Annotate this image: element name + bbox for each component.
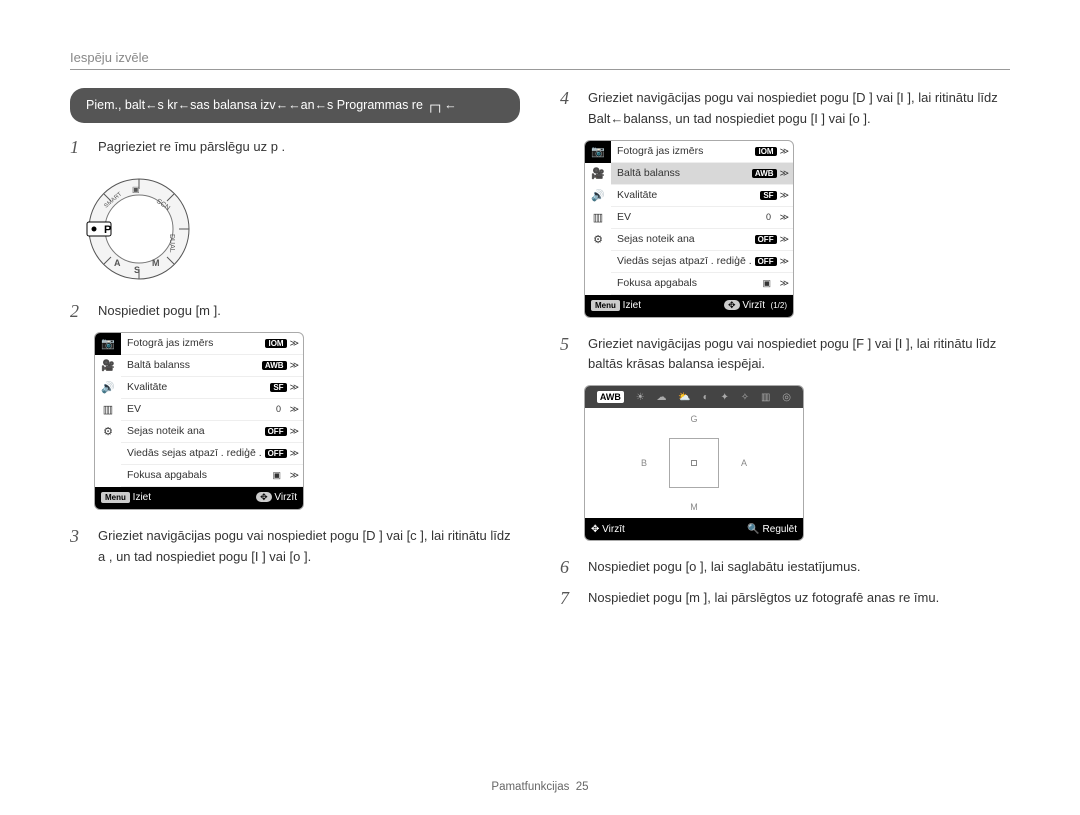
wb-label-G: G — [690, 414, 697, 424]
nav-dot-icon: ✥ — [256, 492, 272, 502]
menu-footer: Menu Iziet ✥ Virzīt (1/2) — [585, 295, 793, 317]
menu-row: Sejas noteik anaOFF≫ — [121, 421, 303, 443]
menu-footer: Menu Iziet ✥ Virzīt — [95, 487, 303, 509]
step-7-number: 7 — [560, 588, 576, 609]
menu-row: EV0 ≫ — [121, 399, 303, 421]
svg-text:DUAL: DUAL — [168, 234, 175, 253]
menu-row: Fokusa apgabals▣ ≫ — [611, 273, 793, 295]
wb-option-icon: ◎ — [782, 392, 791, 403]
menu-icon-column: 📷 🎥 🔊 ▥ ⚙ — [95, 333, 121, 487]
wb-option-icon: ◐ — [703, 392, 709, 403]
gear-icon: ⚙ — [585, 229, 611, 251]
camera-menu-illustration-left: 📷 🎥 🔊 ▥ ⚙ Fotogrā jas izmērsIOM≫ Baltā b… — [94, 332, 304, 510]
step-7-text: Nospiediet pogu [m ], lai pārslēgtos uz … — [588, 588, 939, 609]
step-5-number: 5 — [560, 334, 576, 355]
wb-grid: G B A M — [585, 408, 803, 518]
content-columns: Piem., balt←s kr←sas balansa izv←←an←s P… — [70, 88, 1010, 619]
camera-icon: 📷 — [95, 333, 121, 355]
step-1-text: Pagrieziet re īmu pārslēgu uz p . — [98, 137, 285, 158]
step-5-text: Grieziet navigācijas pogu vai nospiediet… — [588, 334, 1010, 376]
wb-label-M: M — [690, 502, 698, 512]
display-icon: ▥ — [585, 207, 611, 229]
step-7: 7 Nospiediet pogu [m ], lai pārslēgtos u… — [560, 588, 1010, 609]
step-4-text: Grieziet navigācijas pogu vai nospiediet… — [588, 88, 1010, 130]
wb-footer: ✥ Virzīt 🔍 Regulēt — [585, 518, 803, 540]
menu-row: Viedās sejas atpazī . rediģē .OFF≫ — [121, 443, 303, 465]
wb-options-bar: AWB ☀ ☁ ⛅ ◐ ✦ ✧ ▥ ◎ — [585, 386, 803, 408]
step-2-text: Nospiediet pogu [m ]. — [98, 301, 221, 322]
svg-text:M: M — [152, 258, 160, 268]
svg-text:▣: ▣ — [132, 185, 140, 194]
menu-row: KvalitāteSF≫ — [121, 377, 303, 399]
menu-row: Fotogrā jas izmērsIOM≫ — [121, 333, 303, 355]
page-footer: Pamatfunkcijas 25 — [0, 781, 1080, 793]
step-4-number: 4 — [560, 88, 576, 109]
menu-row: Baltā balanssAWB≫ — [121, 355, 303, 377]
menu-row: Viedās sejas atpazī . rediģē .OFF≫ — [611, 251, 793, 273]
menu-row: EV0 ≫ — [611, 207, 793, 229]
menu-row-selected: Baltā balanssAWB≫ — [611, 163, 793, 185]
menu-row: KvalitāteSF≫ — [611, 185, 793, 207]
video-icon: 🎥 — [95, 355, 121, 377]
svg-text:S: S — [134, 265, 140, 275]
wb-option-icon: ⛅ — [678, 392, 690, 403]
sound-icon: 🔊 — [585, 185, 611, 207]
display-icon: ▥ — [95, 399, 121, 421]
wb-option-icon: ✦ — [721, 392, 729, 403]
left-column: Piem., balt←s kr←sas balansa izv←←an←s P… — [70, 88, 520, 619]
menu-icon-column: 📷 🎥 🔊 ▥ ⚙ — [585, 141, 611, 295]
page-header: Iespēju izvēle — [70, 50, 1010, 65]
step-3-text: Grieziet navigācijas pogu vai nospiediet… — [98, 526, 520, 568]
menu-row: Fotogrā jas izmērsIOM≫ — [611, 141, 793, 163]
step-2-number: 2 — [70, 301, 86, 322]
menu-rows: Fotogrā jas izmērsIOM≫ Baltā balanssAWB≫… — [121, 333, 303, 487]
nav-dot-icon: ✥ — [724, 300, 740, 310]
sound-icon: 🔊 — [95, 377, 121, 399]
svg-text:A: A — [114, 258, 121, 268]
step-3-number: 3 — [70, 526, 86, 547]
menu-rows: Fotogrā jas izmērsIOM≫ Baltā balanssAWB≫… — [611, 141, 793, 295]
step-5: 5 Grieziet navigācijas pogu vai nospiedi… — [560, 334, 1010, 376]
video-icon: 🎥 — [585, 163, 611, 185]
step-1-number: 1 — [70, 137, 86, 158]
mode-dial-illustration: P ▣ SCN DUAL M S A SMART — [84, 174, 194, 284]
wb-label-B: B — [641, 458, 647, 468]
step-4: 4 Grieziet navigācijas pogu vai nospiedi… — [560, 88, 1010, 130]
step-6-text: Nospiediet pogu [o ], lai saglabātu iest… — [588, 557, 860, 578]
camera-menu-illustration-right: 📷 🎥 🔊 ▥ ⚙ Fotogrā jas izmērsIOM≫ Baltā b… — [584, 140, 794, 318]
wb-option-awb: AWB — [597, 391, 624, 403]
wb-option-icon: ✧ — [741, 392, 749, 403]
step-2: 2 Nospiediet pogu [m ]. — [70, 301, 520, 322]
menu-row: Sejas noteik anaOFF≫ — [611, 229, 793, 251]
svg-text:P: P — [104, 224, 111, 236]
wb-target-square — [669, 438, 719, 488]
wb-center-dot — [691, 460, 697, 466]
wb-label-A: A — [741, 458, 747, 468]
step-3: 3 Grieziet navigācijas pogu vai nospiedi… — [70, 526, 520, 568]
wb-option-icon: ▥ — [761, 392, 770, 403]
zoom-icon: 🔍 — [747, 524, 759, 535]
white-balance-adjust-illustration: AWB ☀ ☁ ⛅ ◐ ✦ ✧ ▥ ◎ G B A M ✥ Virzīt 🔍 R… — [584, 385, 804, 541]
gear-icon: ⚙ — [95, 421, 121, 443]
header-rule — [70, 69, 1010, 70]
camera-icon: 📷 — [585, 141, 611, 163]
example-pill: Piem., balt←s kr←sas balansa izv←←an←s P… — [70, 88, 520, 123]
step-6-number: 6 — [560, 557, 576, 578]
step-1: 1 Pagrieziet re īmu pārslēgu uz p . — [70, 137, 520, 158]
menu-button-badge: Menu — [591, 300, 620, 311]
right-column: 4 Grieziet navigācijas pogu vai nospiedi… — [560, 88, 1010, 619]
step-6: 6 Nospiediet pogu [o ], lai saglabātu ie… — [560, 557, 1010, 578]
wb-option-icon: ☁ — [657, 392, 667, 403]
menu-row: Fokusa apgabals▣ ≫ — [121, 465, 303, 487]
wb-option-icon: ☀ — [636, 392, 645, 403]
nav-dot-icon: ✥ — [591, 524, 599, 535]
menu-button-badge: Menu — [101, 492, 130, 503]
